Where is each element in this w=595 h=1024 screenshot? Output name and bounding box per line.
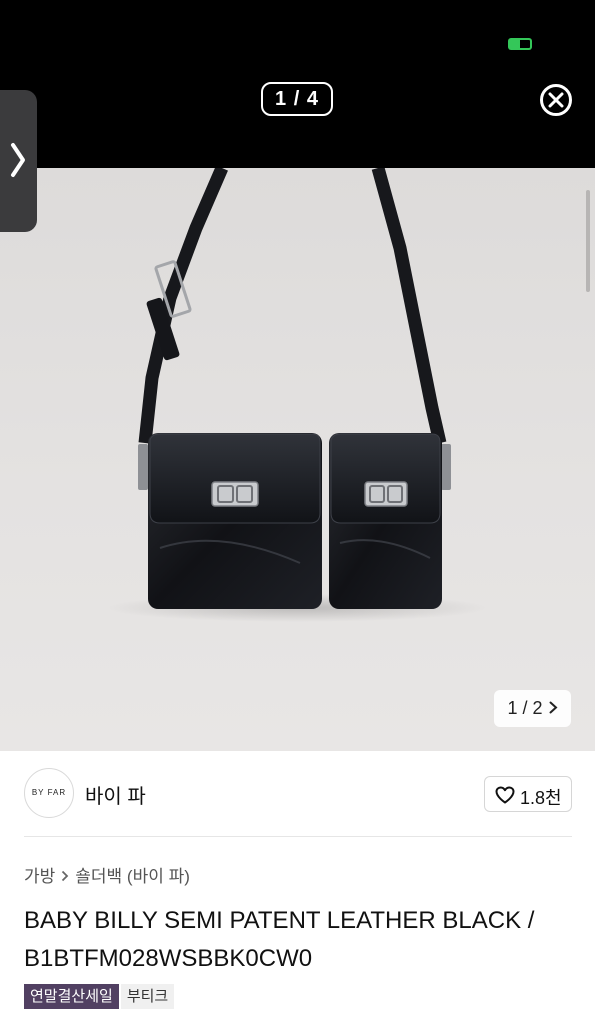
image-pager-button[interactable]: 1 / 2 — [494, 690, 571, 727]
boutique-tag[interactable]: 부티크 — [120, 984, 175, 1009]
product-image[interactable] — [0, 168, 595, 751]
image-counter: 1 / 4 — [261, 82, 333, 116]
image-pager-label: 1 / 2 — [507, 698, 543, 718]
close-icon — [548, 92, 564, 108]
heart-icon — [495, 786, 515, 804]
chevron-right-icon — [549, 690, 558, 727]
sale-tag[interactable]: 연말결산세일 — [24, 984, 119, 1009]
brand-row: BY FAR 바이 파 1.8천 — [24, 768, 572, 820]
close-button[interactable] — [540, 84, 572, 116]
like-count: 1.8천 — [520, 788, 562, 808]
viewer-top-bar: 1 / 4 — [0, 0, 595, 168]
scroll-indicator[interactable] — [586, 190, 590, 292]
chevron-right-icon — [11, 143, 25, 177]
breadcrumb-item-subcategory[interactable]: 숄더백 (바이 파) — [75, 867, 190, 886]
like-button[interactable]: 1.8천 — [484, 776, 572, 812]
brand-name[interactable]: 바이 파 — [85, 780, 146, 809]
breadcrumb-item-category[interactable]: 가방 — [24, 867, 55, 886]
battery-icon — [508, 38, 532, 50]
divider — [24, 836, 572, 837]
tag-list: 연말결산세일 부티크 — [24, 984, 176, 1010]
product-photo — [107, 168, 487, 622]
product-title: BABY BILLY SEMI PATENT LEATHER BLACK / B… — [24, 907, 535, 972]
chevron-right-icon — [61, 867, 69, 887]
side-panel-toggle[interactable] — [0, 90, 37, 232]
brand-logo[interactable]: BY FAR — [24, 768, 74, 818]
breadcrumb: 가방 숄더백 (바이 파) — [24, 862, 190, 887]
